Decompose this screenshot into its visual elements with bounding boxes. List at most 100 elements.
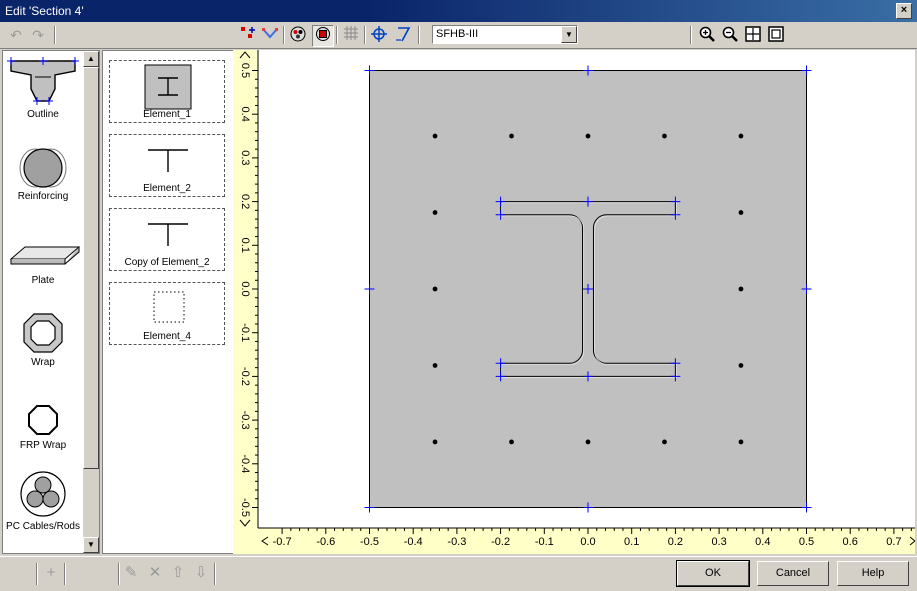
cancel-button[interactable]: Cancel [757,561,829,586]
close-button[interactable]: × [896,3,912,19]
y-tick-label: -0.2 [239,367,251,386]
palette-item-outline[interactable]: Outline [3,55,83,120]
zoom-fit-icon[interactable] [743,25,763,45]
palette-item-wrap[interactable]: Wrap [3,309,83,368]
bottom-bar: + ✎ ✕ ⇧ ⇩ OK Cancel Help [0,556,917,591]
element-label: Element_2 [143,183,191,194]
y-tick-label: 0.3 [239,150,251,165]
toolbar-separator [690,26,692,44]
palette-scrollbar[interactable]: ▲ ▼ [83,51,99,553]
render-mode-icon[interactable] [312,25,334,47]
y-tick-label: 0.2 [239,194,251,209]
rebar-point [509,133,514,139]
add-points-icon[interactable] [238,25,258,45]
footer-separator [36,563,38,585]
toolbar: ↶ ↷ SFHB-III ▼ [0,22,917,49]
ibeam-icon [144,64,192,110]
material-select[interactable]: SFHB-III ▼ [432,25,578,44]
x-tick-label: 0.1 [624,536,639,548]
tee-icon [148,149,188,172]
rebar-point [738,363,744,368]
footer-separator [118,563,120,585]
rebar-point [432,363,438,368]
rebar-point [585,439,591,445]
rebar-point [432,439,438,445]
element-item-2[interactable]: Element_2 [109,134,225,197]
rebar-point [432,286,438,292]
x-tick-label: 0.6 [843,536,858,548]
pc-cables-icon [20,471,66,517]
delete-icon[interactable]: ✕ [146,564,164,582]
x-tick-label: 0.4 [755,536,770,548]
x-tick-label: 0.0 [580,536,595,548]
scroll-down-icon[interactable]: ▼ [83,537,99,553]
window-title: Edit 'Section 4' [5,4,84,18]
component-palette: Outline Reinforcing Plate Wrap FRP Wrap [2,50,100,554]
footer-separator [64,563,66,585]
zoom-in-icon[interactable] [697,25,717,45]
rebar-point [432,210,438,215]
toolbar-separator [283,26,285,44]
y-tick-label: -0.1 [239,323,251,342]
y-tick-label: 0.5 [239,63,251,78]
section-plot[interactable]: -0.7 -0.6 -0.5 -0.4 -0.3 -0.2 -0.1 0.0 0.1 0.2 0.3… [233,50,915,554]
x-tick-label: -0.3 [447,536,466,548]
wrap-icon [23,313,63,353]
element-item-1[interactable]: Element_1 [109,60,225,123]
toolbar-separator [336,26,338,44]
element-label: Element_1 [143,109,191,120]
measure-icon[interactable] [393,25,413,45]
y-tick-label: -0.5 [239,498,251,517]
edit-icon[interactable]: ✎ [122,564,140,582]
arrow-down-icon[interactable]: ⇩ [192,564,210,582]
x-tick-label: 0.2 [668,536,683,548]
palette-item-label: PC Cables/Rods [6,521,80,532]
y-tick-label: 0.4 [239,107,251,122]
element-item-3[interactable]: Copy of Element_2 [109,208,225,271]
rebar-point [509,439,514,445]
element-item-4[interactable]: Element_4 [109,282,225,345]
section-canvas[interactable]: -0.7 -0.6 -0.5 -0.4 -0.3 -0.2 -0.1 0.0 0.1 0.2 0.3… [233,50,915,554]
rebar-point [738,210,744,215]
palette-item-frp-wrap[interactable]: FRP Wrap [3,401,83,451]
elements-list: Element_1 Element_2 Copy of Element_2 El… [102,50,234,554]
undo-icon[interactable]: ↶ [6,25,26,45]
center-icon[interactable] [369,25,389,45]
palette-item-label: Plate [31,275,55,286]
rebar-point [662,439,667,445]
rebar-point [432,133,438,139]
frp-wrap-icon [28,405,58,435]
scroll-thumb[interactable] [83,67,99,469]
element-label: Element_4 [143,331,191,342]
x-tick-label: 0.7 [886,536,901,548]
plus-icon[interactable]: + [42,564,60,582]
chevron-down-icon[interactable]: ▼ [561,26,577,43]
footer-separator [214,563,216,585]
select-icon[interactable] [260,25,280,45]
help-button[interactable]: Help [837,561,909,586]
x-tick-label: 0.5 [799,536,814,548]
x-tick-label: -0.1 [535,536,554,548]
palette-item-reinforcing[interactable]: Reinforcing [3,143,83,202]
x-tick-label: -0.5 [360,536,379,548]
redo-icon[interactable]: ↷ [28,25,48,45]
palette-item-label: Wrap [31,357,55,368]
y-tick-label: -0.3 [239,411,251,430]
x-tick-label: -0.4 [404,536,423,548]
scroll-up-icon[interactable]: ▲ [83,51,99,67]
x-tick-label: -0.2 [491,536,510,548]
palette-item-plate[interactable]: Plate [3,237,83,286]
arrow-up-icon[interactable]: ⇧ [169,564,187,582]
zoom-window-icon[interactable] [766,25,786,45]
palette-item-pc-cables[interactable]: PC Cables/Rods [3,469,83,533]
zoom-out-icon[interactable] [720,25,740,45]
ok-button[interactable]: OK [676,560,750,587]
x-tick-label: -0.6 [316,536,335,548]
view-mode-icon[interactable] [288,25,308,45]
palette-item-label: Reinforcing [17,191,69,202]
palette-item-label: FRP Wrap [19,440,67,451]
y-tick-label: 0.1 [239,238,251,253]
element-label: Copy of Element_2 [124,257,210,268]
toolbar-separator [364,26,366,44]
grid-icon[interactable] [341,25,361,45]
